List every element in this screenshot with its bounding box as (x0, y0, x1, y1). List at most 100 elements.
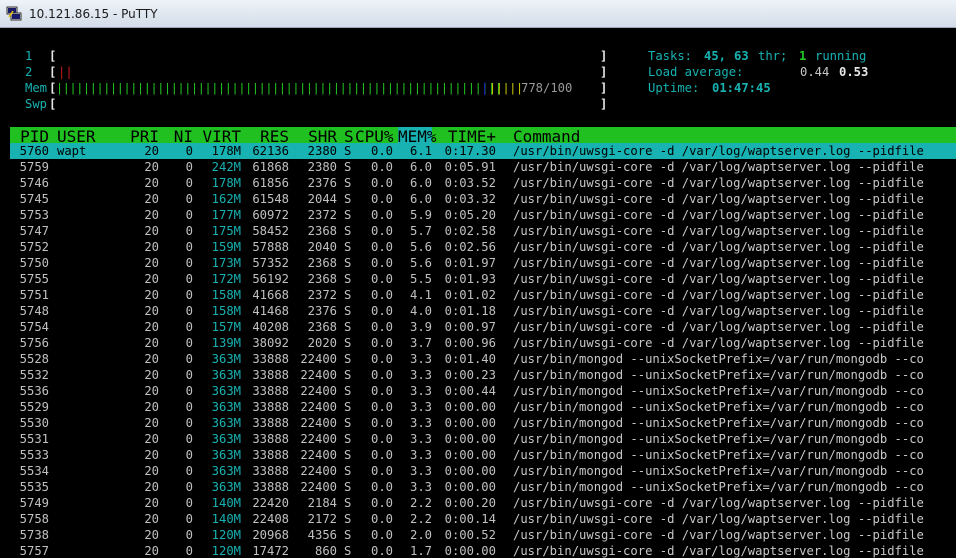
process-row[interactable]: 5535 20 0 363M 33888 22400 S 0.0 3.3 0:00.00/usr/… (10, 479, 956, 495)
terminal-area[interactable]: 1 [ ] 2 [ || ] Mem [ |||||||||||||||||||… (10, 28, 956, 558)
putty-icon (6, 6, 22, 21)
cell-res: 41668 (252, 288, 289, 302)
cell-cmd: /usr/bin/mongod --unixSocketPrefix=/var/… (513, 448, 924, 462)
process-row[interactable]: 5738 20 0 120M 20968 4356 S 0.0 2.0 0:00.52/usr/b… (10, 527, 956, 543)
cell-cmd: /usr/bin/uwsgi-core -d /var/log/waptserv… (513, 144, 924, 158)
cell-time: 0:02.56 (444, 240, 496, 254)
cell-shr: 22400 (300, 368, 337, 382)
process-row[interactable]: 5752 20 0 159M 57888 2040 S 0.0 5.6 0:02.56/usr/b… (10, 239, 956, 255)
process-row[interactable]: 5755 20 0 172M 56192 2368 S 0.0 5.5 0:01.93/usr/b… (10, 271, 956, 287)
process-row-selected[interactable]: 5760 wapt 20 0 178M 62136 2380 S 0.0 6.1 0:17.30/u… (10, 143, 956, 159)
cell-mem: 6.0 (409, 160, 432, 174)
mem-close-bracket: ] (600, 81, 608, 95)
cell-s: S (344, 320, 352, 334)
cell-s: S (344, 160, 352, 174)
cell-res: 58452 (252, 224, 289, 238)
cell-res: 41468 (252, 304, 289, 318)
mem-value: 778/100 (521, 81, 573, 95)
cell-pri: 20 (144, 464, 159, 478)
cell-res: 40208 (252, 320, 289, 334)
process-row[interactable]: 5745 20 0 162M 61548 2044 S 0.0 6.0 0:03.32/usr/b… (10, 191, 956, 207)
process-row[interactable]: 5753 20 0 177M 60972 2372 S 0.0 5.9 0:05.20/usr/b… (10, 207, 956, 223)
cell-virt: 363M (211, 416, 241, 430)
process-row[interactable]: 5536 20 0 363M 33888 22400 S 0.0 3.3 0:00.44/usr/… (10, 383, 956, 399)
cell-virt: 178M (211, 144, 241, 158)
cell-s: S (344, 400, 352, 414)
cell-shr: 2368 (307, 224, 337, 238)
cell-cpu: 0.0 (370, 368, 393, 382)
process-row[interactable]: 5759 20 0 242M 61868 2380 S 0.0 6.0 0:05.91/usr/b… (10, 159, 956, 175)
cell-pid: 5747 (19, 224, 49, 238)
cell-shr: 2380 (307, 160, 337, 174)
cell-pid: 5751 (19, 288, 49, 302)
mem-bar-used: ||||||||||||||||||||||||||||||||||||||||… (56, 81, 502, 95)
cell-pri: 20 (144, 400, 159, 414)
cell-time: 0:00.00 (444, 464, 496, 478)
cell-cpu: 0.0 (370, 352, 393, 366)
process-table-header: PID USER PRI NI VIRT RES SHR S CPU% MEM%… (10, 127, 956, 146)
cell-virt: 175M (211, 224, 241, 238)
cell-cpu: 0.0 (370, 256, 393, 270)
cell-pid: 5738 (19, 528, 49, 542)
cell-pri: 20 (144, 160, 159, 174)
cell-pri: 20 (144, 496, 159, 510)
process-row[interactable]: 5747 20 0 175M 58452 2368 S 0.0 5.7 0:02.58/usr/b… (10, 223, 956, 239)
cell-res: 61856 (252, 176, 289, 190)
cell-pri: 20 (144, 224, 159, 238)
process-row[interactable]: 5532 20 0 363M 33888 22400 S 0.0 3.3 0:00.23/usr/… (10, 367, 956, 383)
cell-time: 0:00.97 (444, 320, 496, 334)
cell-shr: 2368 (307, 256, 337, 270)
cell-mem: 5.6 (409, 256, 432, 270)
cell-ni: 0 (185, 320, 193, 334)
cell-cmd: /usr/bin/uwsgi-core -d /var/log/waptserv… (513, 192, 924, 206)
cell-pid: 5753 (19, 208, 49, 222)
cell-virt: 363M (211, 352, 241, 366)
cell-ni: 0 (185, 272, 193, 286)
cell-cmd: /usr/bin/mongod --unixSocketPrefix=/var/… (513, 400, 924, 414)
cpu2-bar: || (58, 65, 73, 79)
swp-close-bracket: ] (600, 97, 608, 111)
cell-cmd: /usr/bin/uwsgi-core -d /var/log/waptserv… (513, 544, 924, 558)
cell-mem: 3.3 (409, 368, 432, 382)
cell-pri: 20 (144, 240, 159, 254)
cell-res: 20968 (252, 528, 289, 542)
process-row[interactable]: 5746 20 0 178M 61856 2376 S 0.0 6.0 0:03.52/usr/b… (10, 175, 956, 191)
process-row[interactable]: 5750 20 0 173M 57352 2368 S 0.0 5.6 0:01.97/usr/b… (10, 255, 956, 271)
process-row[interactable]: 5533 20 0 363M 33888 22400 S 0.0 3.3 0:00.00/usr/… (10, 447, 956, 463)
cell-cpu: 0.0 (370, 496, 393, 510)
process-row[interactable]: 5749 20 0 140M 22420 2184 S 0.0 2.2 0:00.20/usr/b… (10, 495, 956, 511)
process-row[interactable]: 5757 20 0 120M 17472 860 S 0.0 1.7 0:00.00/usr/bi… (10, 543, 956, 558)
cell-shr: 2368 (307, 272, 337, 286)
cell-mem: 3.7 (409, 336, 432, 350)
process-row[interactable]: 5529 20 0 363M 33888 22400 S 0.0 3.3 0:00.00/usr/… (10, 399, 956, 415)
process-row[interactable]: 5530 20 0 363M 33888 22400 S 0.0 3.3 0:00.00/usr/… (10, 415, 956, 431)
cpu1-close-bracket: ] (600, 49, 608, 63)
process-row[interactable]: 5748 20 0 158M 41468 2376 S 0.0 4.0 0:01.18/usr/b… (10, 303, 956, 319)
tasks-summary: Tasks: 45, 63 thr; 1 running (10, 48, 866, 64)
cell-pid: 5531 (19, 432, 49, 446)
process-row[interactable]: 5756 20 0 139M 38092 2020 S 0.0 3.7 0:00.96/usr/b… (10, 335, 956, 351)
cell-mem: 5.7 (409, 224, 432, 238)
cell-res: 57352 (252, 256, 289, 270)
cell-time: 0:01.18 (444, 304, 496, 318)
cell-cpu: 0.0 (370, 544, 393, 558)
cell-shr: 2372 (307, 288, 337, 302)
cell-time: 0:01.02 (444, 288, 496, 302)
process-row[interactable]: 5751 20 0 158M 41668 2372 S 0.0 4.1 0:01.02/usr/b… (10, 287, 956, 303)
cell-time: 0:01.40 (444, 352, 496, 366)
window-titlebar[interactable]: 10.121.86.15 - PuTTY (0, 0, 956, 28)
cell-pid: 5760 (19, 144, 49, 158)
cell-pid: 5758 (19, 512, 49, 526)
cell-s: S (344, 144, 352, 158)
cell-s: S (344, 448, 352, 462)
process-row[interactable]: 5531 20 0 363M 33888 22400 S 0.0 3.3 0:00.00/usr/… (10, 431, 956, 447)
process-row[interactable]: 5754 20 0 157M 40208 2368 S 0.0 3.9 0:00.97/usr/b… (10, 319, 956, 335)
cell-cpu: 0.0 (370, 320, 393, 334)
process-row[interactable]: 5534 20 0 363M 33888 22400 S 0.0 3.3 0:00.00/usr/… (10, 463, 956, 479)
process-row[interactable]: 5758 20 0 140M 22408 2172 S 0.0 2.2 0:00.14/usr/b… (10, 511, 956, 527)
cell-time: 0:00.00 (444, 480, 496, 494)
process-row[interactable]: 5528 20 0 363M 33888 22400 S 0.0 3.3 0:01.40/usr/… (10, 351, 956, 367)
cell-mem: 6.0 (409, 176, 432, 190)
cell-shr: 22400 (300, 464, 337, 478)
cell-time: 0:05.20 (444, 208, 496, 222)
